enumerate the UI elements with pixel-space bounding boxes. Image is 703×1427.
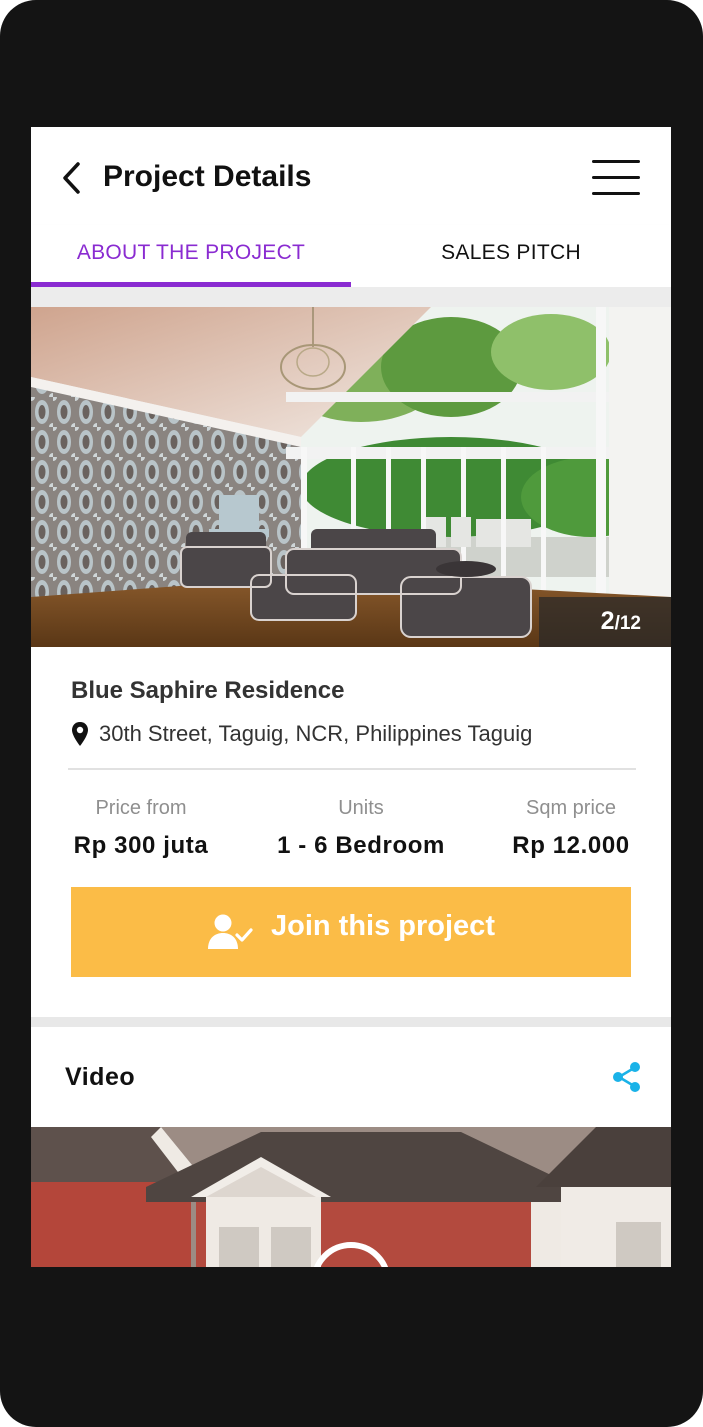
stat-label: Price from [95, 797, 187, 819]
chevron-left-icon[interactable] [59, 161, 85, 195]
house-photo [31, 1127, 671, 1267]
stat-value: Rp 12.000 [512, 832, 630, 859]
tab-bar: ABOUT THE PROJECT SALES PITCH [31, 225, 671, 288]
tab-sales-pitch[interactable]: SALES PITCH [351, 225, 671, 287]
join-project-label: Join this project [271, 910, 495, 942]
join-project-button[interactable]: Join this project [71, 887, 631, 977]
stat-label: Units [338, 797, 384, 819]
page-title: Project Details [103, 160, 312, 193]
gallery-counter: 2/12 [601, 607, 641, 636]
top-app-bar: Project Details [31, 127, 671, 225]
map-pin-icon [72, 722, 88, 746]
stat-value: 1 - 6 Bedroom [277, 832, 445, 859]
living-room-photo [31, 307, 671, 647]
tab-label: ABOUT THE PROJECT [76, 241, 306, 264]
user-check-icon [208, 914, 253, 949]
video-section-title: Video [65, 1063, 136, 1091]
app-screen: Project Details ABOUT THE PROJECT SALES … [31, 127, 671, 1267]
project-info-card: Blue Saphire Residence 30th Street, Tagu… [31, 647, 671, 1017]
hamburger-menu-icon[interactable] [592, 160, 642, 196]
tab-label: SALES PITCH [441, 241, 581, 264]
stat-units: Units 1 - 6 Bedroom [261, 797, 461, 860]
project-address: 30th Street, Taguig, NCR, Philippines Ta… [99, 721, 533, 746]
gallery-current-index: 2 [600, 607, 615, 635]
project-name: Blue Saphire Residence [71, 677, 345, 704]
phone-frame: Project Details ABOUT THE PROJECT SALES … [0, 0, 703, 1427]
stat-sqm-price: Sqm price Rp 12.000 [501, 797, 641, 860]
video-thumbnail[interactable] [31, 1127, 671, 1267]
tab-about-the-project[interactable]: ABOUT THE PROJECT [31, 225, 351, 287]
divider [68, 768, 636, 770]
project-photo-gallery[interactable]: 2/12 [31, 307, 671, 647]
share-icon[interactable] [611, 1061, 643, 1093]
stat-value: Rp 300 juta [73, 832, 209, 859]
gallery-total: /12 [614, 613, 641, 634]
stat-price-from: Price from Rp 300 juta [71, 797, 211, 860]
section-gap [31, 1017, 671, 1027]
video-section-header: Video [31, 1027, 671, 1127]
section-gap [31, 287, 671, 307]
stat-label: Sqm price [525, 797, 617, 819]
